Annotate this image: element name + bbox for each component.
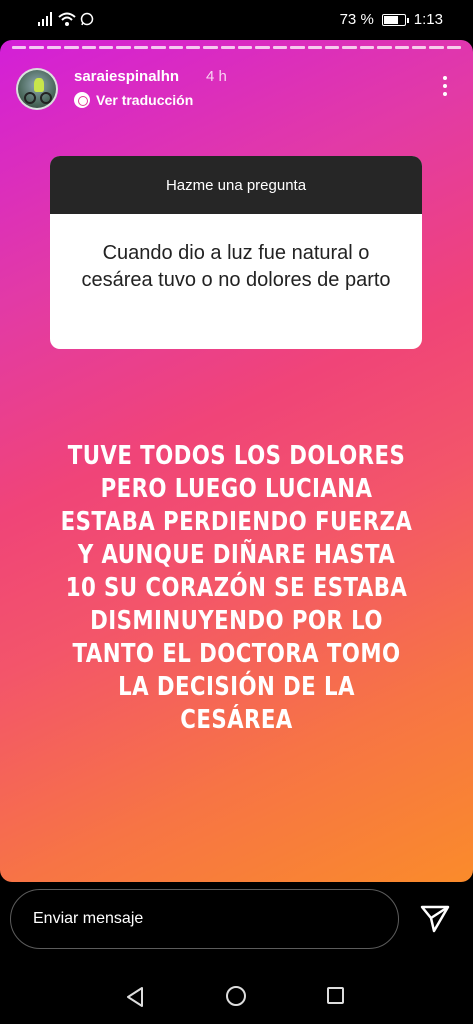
progress-segment bbox=[238, 46, 253, 49]
progress-segment bbox=[272, 46, 288, 49]
question-sticker: Hazme una pregunta Cuando dio a luz fue … bbox=[50, 156, 422, 349]
progress-segment bbox=[185, 46, 201, 49]
progress-segment bbox=[64, 46, 79, 49]
progress-segment bbox=[446, 46, 462, 49]
progress-segment bbox=[29, 46, 44, 49]
progress-segment bbox=[429, 46, 444, 49]
progress-segment bbox=[116, 46, 131, 49]
wifi-icon bbox=[58, 12, 76, 26]
progress-segment bbox=[12, 46, 27, 49]
progress-segment bbox=[255, 46, 270, 49]
navigation-bar bbox=[0, 968, 473, 1024]
progress-segment bbox=[98, 46, 114, 49]
story-time: 4 h bbox=[206, 68, 227, 85]
username[interactable]: saraiespinalhn bbox=[74, 68, 179, 85]
avatar[interactable] bbox=[16, 68, 58, 110]
status-icons-left bbox=[38, 12, 94, 26]
more-vertical-icon[interactable] bbox=[443, 76, 447, 96]
recent-apps-icon[interactable] bbox=[327, 987, 344, 1004]
story-progress-bar bbox=[12, 46, 462, 49]
progress-segment bbox=[394, 46, 409, 49]
status-bar: 73 % 1:13 bbox=[0, 0, 473, 40]
progress-segment bbox=[359, 46, 375, 49]
progress-segment bbox=[81, 46, 96, 49]
question-header: Hazme una pregunta bbox=[50, 156, 422, 214]
status-icons-right: 73 % 1:13 bbox=[340, 11, 443, 28]
progress-segment bbox=[307, 46, 323, 49]
battery-icon bbox=[381, 13, 409, 26]
progress-segment bbox=[46, 46, 62, 49]
translate-button[interactable]: Ver traducción bbox=[74, 92, 193, 108]
progress-segment bbox=[342, 46, 357, 49]
send-icon[interactable] bbox=[420, 905, 450, 933]
progress-segment bbox=[203, 46, 218, 49]
battery-percent: 73 % bbox=[339, 11, 374, 28]
translate-label: Ver traducción bbox=[96, 92, 194, 108]
answer-text: TUVE TODOS LOS DOLORES PERO LUEGO LUCIAN… bbox=[60, 441, 413, 735]
question-text: Cuando dio a luz fue natural o cesárea t… bbox=[81, 242, 391, 291]
progress-segment bbox=[377, 46, 392, 49]
progress-segment bbox=[325, 46, 340, 49]
message-input[interactable]: Enviar mensaje bbox=[10, 889, 399, 949]
progress-segment bbox=[411, 46, 427, 49]
home-icon[interactable] bbox=[226, 986, 246, 1006]
progress-segment bbox=[220, 46, 236, 49]
progress-segment bbox=[290, 46, 305, 49]
progress-segment bbox=[151, 46, 166, 49]
whatsapp-icon bbox=[80, 12, 94, 26]
translate-icon bbox=[74, 92, 90, 108]
story-view[interactable]: saraiespinalhn 4 h Ver traducción Hazme … bbox=[0, 40, 473, 882]
clock: 1:13 bbox=[413, 11, 443, 28]
back-icon[interactable] bbox=[125, 986, 145, 1008]
progress-segment bbox=[133, 46, 149, 49]
progress-segment bbox=[168, 46, 183, 49]
signal-icon bbox=[38, 12, 52, 26]
